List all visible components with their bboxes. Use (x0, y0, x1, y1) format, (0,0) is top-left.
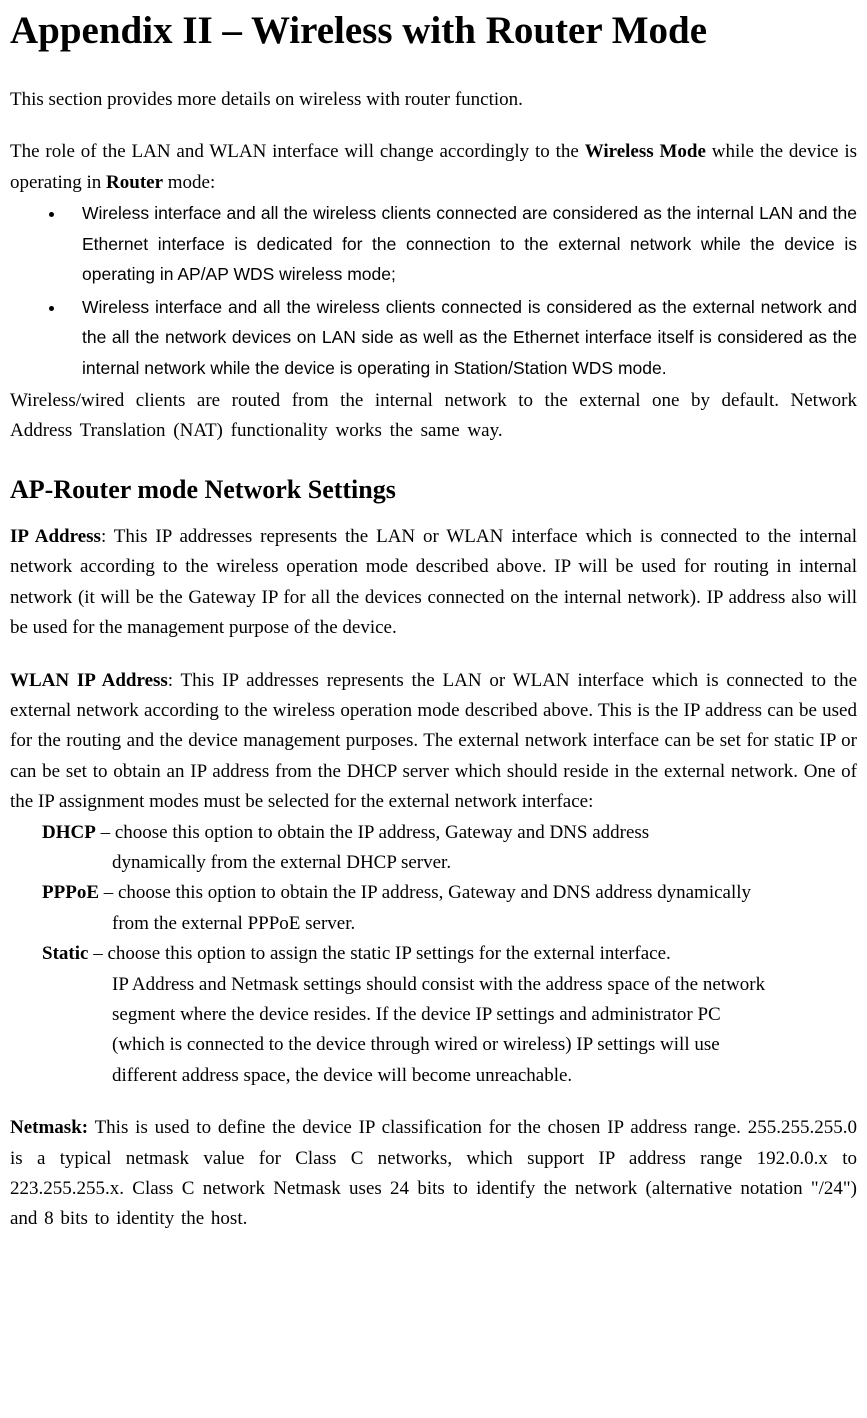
ip-address-text: : This IP addresses represents the LAN o… (10, 526, 857, 638)
dhcp-cont: dynamically from the external DHCP serve… (10, 848, 857, 878)
role-text-a: The role of the LAN and WLAN interface w… (10, 141, 585, 162)
bullet-list: Wireless interface and all the wireless … (10, 198, 857, 384)
ip-address-paragraph: IP Address: This IP addresses represents… (10, 522, 857, 644)
spacer (10, 453, 857, 459)
netmask-label: Netmask: (10, 1117, 88, 1138)
role-text-c: mode: (163, 172, 215, 193)
ip-modes-block: DHCP – choose this option to obtain the … (10, 818, 857, 1092)
section-heading: AP-Router mode Network Settings (10, 469, 857, 511)
dhcp-line1: – choose this option to obtain the IP ad… (96, 822, 649, 843)
netmask-text: This is used to define the device IP cla… (10, 1117, 857, 1229)
wlan-ip-paragraph: WLAN IP Address: This IP addresses repre… (10, 666, 857, 818)
static-line1: – choose this option to assign the stati… (88, 943, 670, 964)
after-bullets-paragraph: Wireless/wired clients are routed from t… (10, 386, 857, 447)
wlan-ip-label: WLAN IP Address (10, 670, 168, 691)
intro-paragraph: This section provides more details on wi… (10, 85, 857, 115)
router-bold: Router (106, 172, 163, 193)
ip-address-label: IP Address (10, 526, 101, 547)
list-item: Wireless interface and all the wireless … (66, 292, 857, 384)
static-row: Static – choose this option to assign th… (10, 939, 857, 969)
static-cont2: IP Address and Netmask settings should c… (10, 970, 857, 1000)
static-cont4: (which is connected to the device throug… (10, 1030, 857, 1060)
list-item: Wireless interface and all the wireless … (66, 198, 857, 290)
pppoe-row: PPPoE – choose this option to obtain the… (10, 878, 857, 908)
static-cont3: segment where the device resides. If the… (10, 1000, 857, 1030)
role-paragraph: The role of the LAN and WLAN interface w… (10, 137, 857, 198)
dhcp-row: DHCP – choose this option to obtain the … (10, 818, 857, 848)
pppoe-label: PPPoE (42, 882, 99, 903)
pppoe-cont: from the external PPPoE server. (10, 909, 857, 939)
static-label: Static (42, 943, 88, 964)
wlan-ip-text: : This IP addresses represents the LAN o… (10, 670, 857, 813)
static-cont5: different address space, the device will… (10, 1061, 857, 1091)
wireless-mode-bold: Wireless Mode (585, 141, 706, 162)
netmask-paragraph: Netmask: This is used to define the devi… (10, 1113, 857, 1235)
dhcp-label: DHCP (42, 822, 96, 843)
page-title: Appendix II – Wireless with Router Mode (10, 8, 857, 55)
pppoe-line1: – choose this option to obtain the IP ad… (99, 882, 751, 903)
